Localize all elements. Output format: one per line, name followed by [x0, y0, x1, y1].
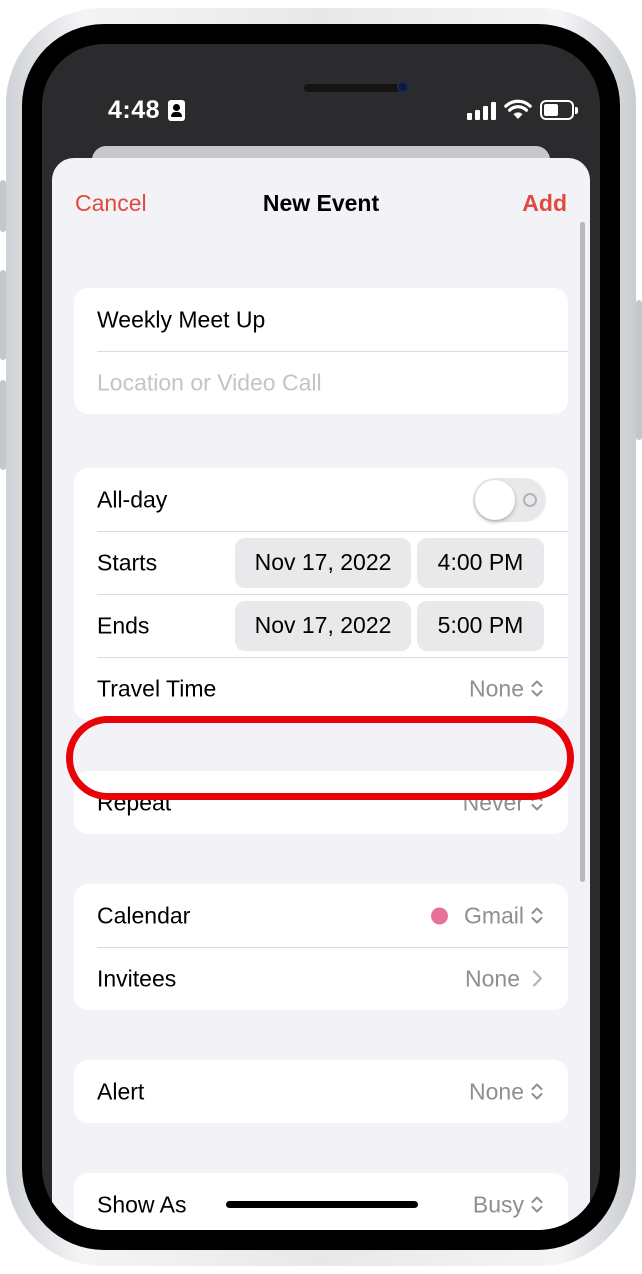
cellular-signal-icon [467, 102, 497, 120]
starts-row: Starts Nov 17, 2022 4:00 PM [74, 531, 568, 594]
invitees-label: Invitees [97, 965, 177, 991]
ends-row: Ends Nov 17, 2022 5:00 PM [74, 594, 568, 657]
home-indicator[interactable] [226, 1201, 418, 1208]
contact-card-icon [168, 100, 185, 121]
calendar-value-text: Gmail [463, 902, 524, 928]
battery-level [544, 104, 558, 116]
calendar-row[interactable]: Calendar Gmail [74, 884, 568, 947]
nav-bar: Cancel New Event Add [52, 158, 590, 254]
front-camera [397, 81, 409, 93]
ends-time-button[interactable]: 5:00 PM [417, 600, 544, 651]
chevron-up-down-icon [531, 680, 543, 697]
title-row[interactable]: Weekly Meet Up [74, 288, 568, 351]
new-event-sheet: Cancel New Event Add Weekly Meet Up Loca… [52, 158, 590, 1230]
chevron-right-icon [532, 970, 543, 987]
alert-value-text: None [469, 1078, 524, 1104]
alert-label: Alert [97, 1078, 145, 1104]
ends-date-button[interactable]: Nov 17, 2022 [235, 600, 411, 651]
location-input[interactable] [97, 369, 537, 396]
travel-time-value[interactable]: None [469, 675, 544, 702]
alert-row[interactable]: Alert None [74, 1060, 568, 1123]
show-as-value-text: Busy [472, 1191, 524, 1217]
status-bar: 4:48 [42, 44, 600, 144]
all-day-toggle[interactable] [473, 477, 546, 522]
invitees-value-text: None [465, 965, 520, 991]
mute-switch [0, 180, 6, 232]
travel-time-value-text: None [469, 675, 524, 701]
calendar-value[interactable]: Gmail [430, 902, 544, 929]
chevron-up-down-icon [531, 1196, 543, 1213]
power-button [636, 300, 642, 440]
repeat-value[interactable]: Never [463, 789, 544, 816]
toggle-knob [475, 479, 515, 520]
wifi-icon [504, 99, 532, 119]
toggle-off-indicator [523, 492, 537, 507]
travel-time-label: Travel Time [97, 675, 217, 701]
starts-time-button[interactable]: 4:00 PM [417, 537, 544, 588]
schedule-group: All-day Starts Nov 17, 2022 4:00 PM Ends [74, 468, 568, 720]
page-title: New Event [262, 190, 380, 216]
repeat-group: Repeat Never [74, 771, 568, 834]
phone-frame: 4:48 Cancel New Event Add Weekly Meet Up… [0, 8, 642, 1266]
invitees-row[interactable]: Invitees None [74, 947, 568, 1010]
alert-group: Alert None [74, 1060, 568, 1123]
all-day-label: All-day [97, 486, 168, 512]
volume-down-button [0, 380, 6, 470]
repeat-value-text: Never [462, 789, 524, 815]
ends-label: Ends [97, 612, 150, 638]
status-time: 4:48 [108, 96, 161, 124]
chevron-up-down-icon [531, 794, 543, 811]
screen: 4:48 Cancel New Event Add Weekly Meet Up… [42, 44, 600, 1230]
repeat-label: Repeat [97, 789, 172, 815]
starts-label: Starts [97, 549, 158, 575]
phone-bezel: 4:48 Cancel New Event Add Weekly Meet Up… [22, 24, 620, 1250]
alert-value[interactable]: None [469, 1078, 544, 1105]
calendar-label: Calendar [97, 902, 191, 928]
chevron-up-down-icon [531, 1083, 543, 1100]
volume-up-button [0, 270, 6, 360]
calendar-color-dot [430, 907, 448, 924]
travel-time-row[interactable]: Travel Time None [74, 657, 568, 720]
location-row[interactable] [74, 351, 568, 414]
chevron-up-down-icon [531, 907, 543, 924]
show-as-value[interactable]: Busy [473, 1191, 544, 1218]
title-field[interactable]: Weekly Meet Up [97, 306, 265, 333]
add-button[interactable]: Add [522, 190, 567, 217]
all-day-row: All-day [74, 468, 568, 531]
invitees-value[interactable]: None [465, 965, 544, 992]
details-group: Weekly Meet Up [74, 288, 568, 414]
scroll-indicator[interactable] [580, 222, 585, 882]
show-as-label: Show As [97, 1191, 187, 1217]
starts-date-button[interactable]: Nov 17, 2022 [235, 537, 411, 588]
battery-icon [540, 100, 578, 120]
repeat-row[interactable]: Repeat Never [74, 771, 568, 834]
calendar-group: Calendar Gmail Invitees None [74, 884, 568, 1010]
earpiece-speaker [304, 84, 404, 92]
